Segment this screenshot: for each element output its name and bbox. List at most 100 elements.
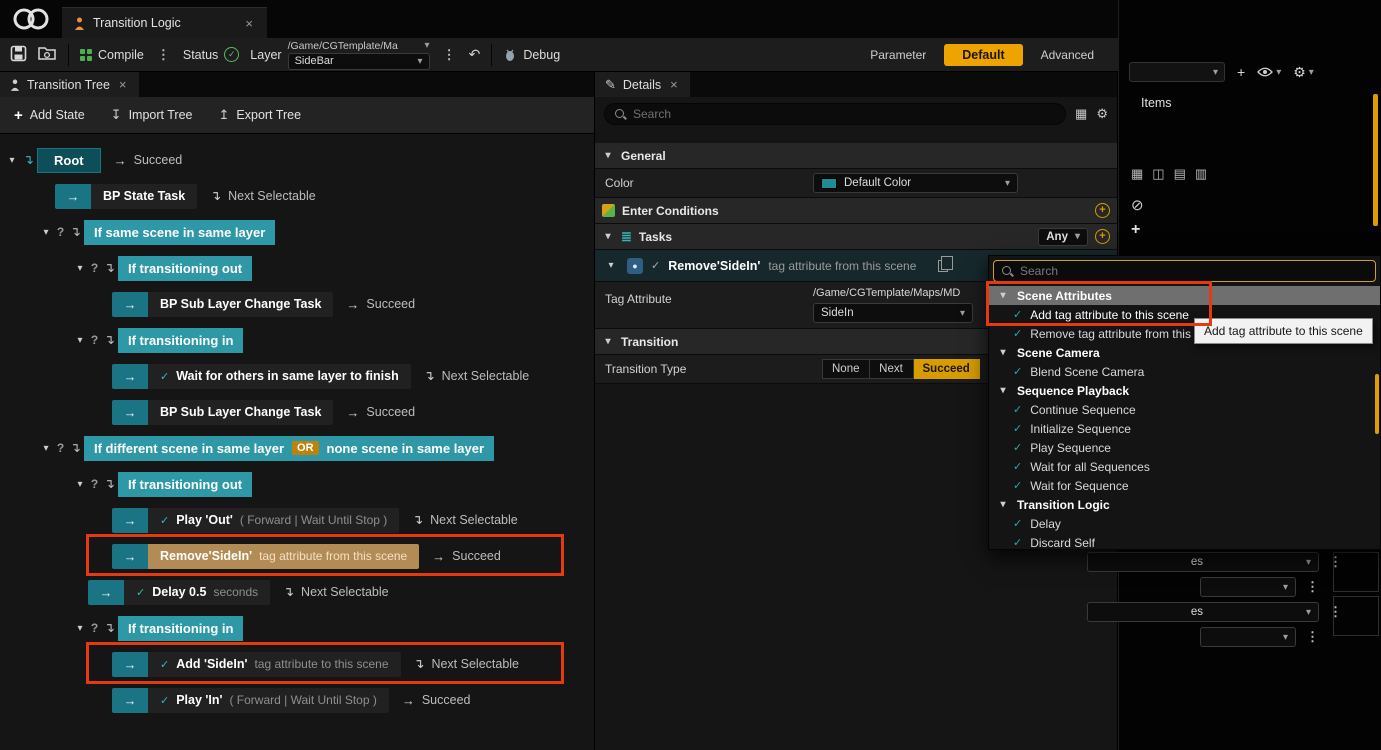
section-general[interactable]: ▾ General xyxy=(595,143,1117,169)
close-icon[interactable]: × xyxy=(668,77,680,92)
transform-icon[interactable]: + xyxy=(1237,64,1245,80)
transition-none-button[interactable]: None xyxy=(822,359,870,379)
caret-down-icon[interactable]: ▾ xyxy=(72,623,88,634)
add-state-button[interactable]: + Add State xyxy=(14,107,85,124)
menu-item-wait-for-sequence[interactable]: ✓ Wait for Sequence xyxy=(989,476,1380,495)
condition-label[interactable]: If same scene in same layer xyxy=(84,220,275,245)
import-tree-button[interactable]: ↧ Import Tree xyxy=(111,107,193,123)
settings-button[interactable]: ⚙ ▾ xyxy=(1293,64,1314,81)
bottom-dropdown[interactable]: es ▾ xyxy=(1087,602,1319,622)
add-condition-button[interactable]: + xyxy=(1095,203,1110,218)
section-enter-conditions[interactable]: Enter Conditions + xyxy=(595,198,1117,224)
tasks-filter-dropdown[interactable]: Any ▾ xyxy=(1038,228,1088,246)
scrollbar-thumb[interactable] xyxy=(1373,94,1378,226)
category-sequence-playback[interactable]: ▾ Sequence Playback xyxy=(989,381,1380,400)
tree-row-task[interactable]: → ✓ Delay 0.5 seconds ↴ Next Selectable xyxy=(0,574,594,610)
grid-icon[interactable]: ▦ xyxy=(1131,166,1143,182)
tree-row-condition[interactable]: ▾ ? ↴ If transitioning out xyxy=(0,466,594,502)
caret-down-icon[interactable]: ▾ xyxy=(4,155,20,166)
condition-label[interactable]: If transitioning in xyxy=(118,328,243,353)
tree-row-root[interactable]: ▾ ↴ Root → Succeed xyxy=(0,142,594,178)
details-search-input[interactable]: Search xyxy=(604,103,1066,125)
bottom-dropdown-small[interactable]: ▾ xyxy=(1200,577,1296,597)
blocked-icon[interactable]: ⊘ xyxy=(1131,196,1144,214)
default-button[interactable]: Default xyxy=(944,44,1022,66)
caret-down-icon[interactable]: ▾ xyxy=(603,260,619,271)
tree-row-task[interactable]: → ✓ Play 'Out' ( Forward | Wait Until St… xyxy=(0,502,594,538)
advanced-button[interactable]: Advanced xyxy=(1041,48,1094,62)
menu-item-continue-sequence[interactable]: ✓ Continue Sequence xyxy=(989,400,1380,419)
transition-succeed-button[interactable]: Succeed xyxy=(914,359,980,379)
gear-icon[interactable]: ⚙ xyxy=(1096,106,1108,122)
close-icon[interactable]: × xyxy=(243,16,255,31)
menu-item-discard-self[interactable]: ✓ Discard Self xyxy=(989,533,1380,550)
undo-button[interactable]: ↶ xyxy=(469,46,481,63)
condition-label[interactable]: If transitioning in xyxy=(118,616,243,641)
bottom-dropdown-small[interactable]: ▾ xyxy=(1200,627,1296,647)
caret-down-icon[interactable]: ▾ xyxy=(72,335,88,346)
film-icon[interactable]: ▥ xyxy=(1195,166,1207,182)
condition-label[interactable]: If transitioning out xyxy=(118,256,252,281)
tree-row-condition-or[interactable]: ▾ ? ↴ If different scene in same layer O… xyxy=(0,430,594,466)
table-view-icon[interactable]: ▦ xyxy=(1075,106,1087,122)
copy-icon[interactable] xyxy=(938,260,948,272)
root-node[interactable]: Root xyxy=(37,148,101,173)
menu-item-initialize-sequence[interactable]: ✓ Initialize Sequence xyxy=(989,419,1380,438)
visibility-button[interactable]: ▾ xyxy=(1257,67,1281,78)
condition-label[interactable]: If transitioning out xyxy=(118,472,252,497)
tree-row-task[interactable]: → ✓ Play 'In' ( Forward | Wait Until Sto… xyxy=(0,682,594,718)
export-tree-button[interactable]: ↥ Export Tree xyxy=(219,107,302,123)
layer-options-button[interactable]: ⋮ xyxy=(441,47,458,63)
transition-next-button[interactable]: Next xyxy=(870,359,914,379)
layer-path-dropdown[interactable]: /Game/CGTemplate/Ma ▾ xyxy=(288,40,430,52)
popup-search-input[interactable]: Search xyxy=(993,260,1376,282)
tree-row-task[interactable]: → ✓ Wait for others in same layer to fin… xyxy=(0,358,594,394)
caret-down-icon[interactable]: ▾ xyxy=(38,227,54,238)
tree-row-task[interactable]: → BP Sub Layer Change Task → Succeed xyxy=(0,286,594,322)
task-chip[interactable]: ✓ Play 'In' ( Forward | Wait Until Stop … xyxy=(148,688,389,713)
condition-label[interactable]: If different scene in same layer OR none… xyxy=(84,436,494,461)
layer-value-dropdown[interactable]: SideBar ▾ xyxy=(288,53,430,70)
move-icon[interactable]: + xyxy=(1131,221,1140,239)
menu-item-blend-scene-camera[interactable]: ✓ Blend Scene Camera xyxy=(989,362,1380,381)
task-chip[interactable]: ✓ Delay 0.5 seconds xyxy=(124,580,270,605)
caret-down-icon[interactable]: ▾ xyxy=(995,499,1011,510)
caret-down-icon[interactable]: ▾ xyxy=(38,443,54,454)
tree-row-condition[interactable]: ▾ ? ↴ If same scene in same layer xyxy=(0,214,594,250)
add-task-button[interactable]: + xyxy=(1095,229,1110,244)
task-chip[interactable]: BP Sub Layer Change Task xyxy=(148,292,333,317)
row-options-button[interactable]: ⋮ xyxy=(1304,579,1321,595)
task-chip[interactable]: BP Sub Layer Change Task xyxy=(148,400,333,425)
bottom-dropdown[interactable]: es ▾ xyxy=(1087,552,1319,572)
caret-down-icon[interactable]: ▾ xyxy=(602,336,614,347)
save-button[interactable] xyxy=(10,45,27,65)
menu-item-delay[interactable]: ✓ Delay xyxy=(989,514,1380,533)
caret-down-icon[interactable]: ▾ xyxy=(602,231,614,242)
section-tasks[interactable]: ▾ ≣ Tasks Any ▾ + xyxy=(595,224,1117,250)
slate-icon[interactable]: ▤ xyxy=(1174,166,1186,182)
tag-attribute-dropdown[interactable]: SideIn ▾ xyxy=(813,303,973,323)
tree-row-condition[interactable]: ▾ ? ↴ If transitioning in xyxy=(0,610,594,646)
tab-details[interactable]: ✎ Details × xyxy=(595,72,690,97)
debug-button[interactable]: Debug xyxy=(503,48,560,62)
tab-transition-logic[interactable]: Transition Logic × xyxy=(62,7,267,38)
menu-item-play-sequence[interactable]: ✓ Play Sequence xyxy=(989,438,1380,457)
caret-down-icon[interactable]: ▾ xyxy=(72,479,88,490)
compile-button[interactable]: Compile xyxy=(80,48,144,62)
color-dropdown[interactable]: Default Color ▾ xyxy=(813,173,1018,193)
caret-down-icon[interactable]: ▾ xyxy=(72,263,88,274)
tree-row-condition[interactable]: ▾ ? ↴ If transitioning in xyxy=(0,322,594,358)
task-chip[interactable]: ✓ Wait for others in same layer to finis… xyxy=(148,364,411,389)
task-chip[interactable]: ✓ Play 'Out' ( Forward | Wait Until Stop… xyxy=(148,508,399,533)
caret-down-icon[interactable]: ▾ xyxy=(995,347,1011,358)
task-chip[interactable]: BP State Task xyxy=(91,184,197,209)
tree-row-task[interactable]: → BP Sub Layer Change Task → Succeed xyxy=(0,394,594,430)
popup-scrollbar-thumb[interactable] xyxy=(1375,374,1379,434)
caret-down-icon[interactable]: ▾ xyxy=(995,385,1011,396)
tree-row-task[interactable]: → BP State Task ↴ Next Selectable xyxy=(0,178,594,214)
browse-button[interactable] xyxy=(38,45,57,64)
tab-transition-tree[interactable]: Transition Tree × xyxy=(0,72,139,97)
panel-icon[interactable]: ◫ xyxy=(1152,166,1164,182)
category-transition-logic[interactable]: ▾ Transition Logic xyxy=(989,495,1380,514)
caret-down-icon[interactable]: ▾ xyxy=(602,150,614,161)
